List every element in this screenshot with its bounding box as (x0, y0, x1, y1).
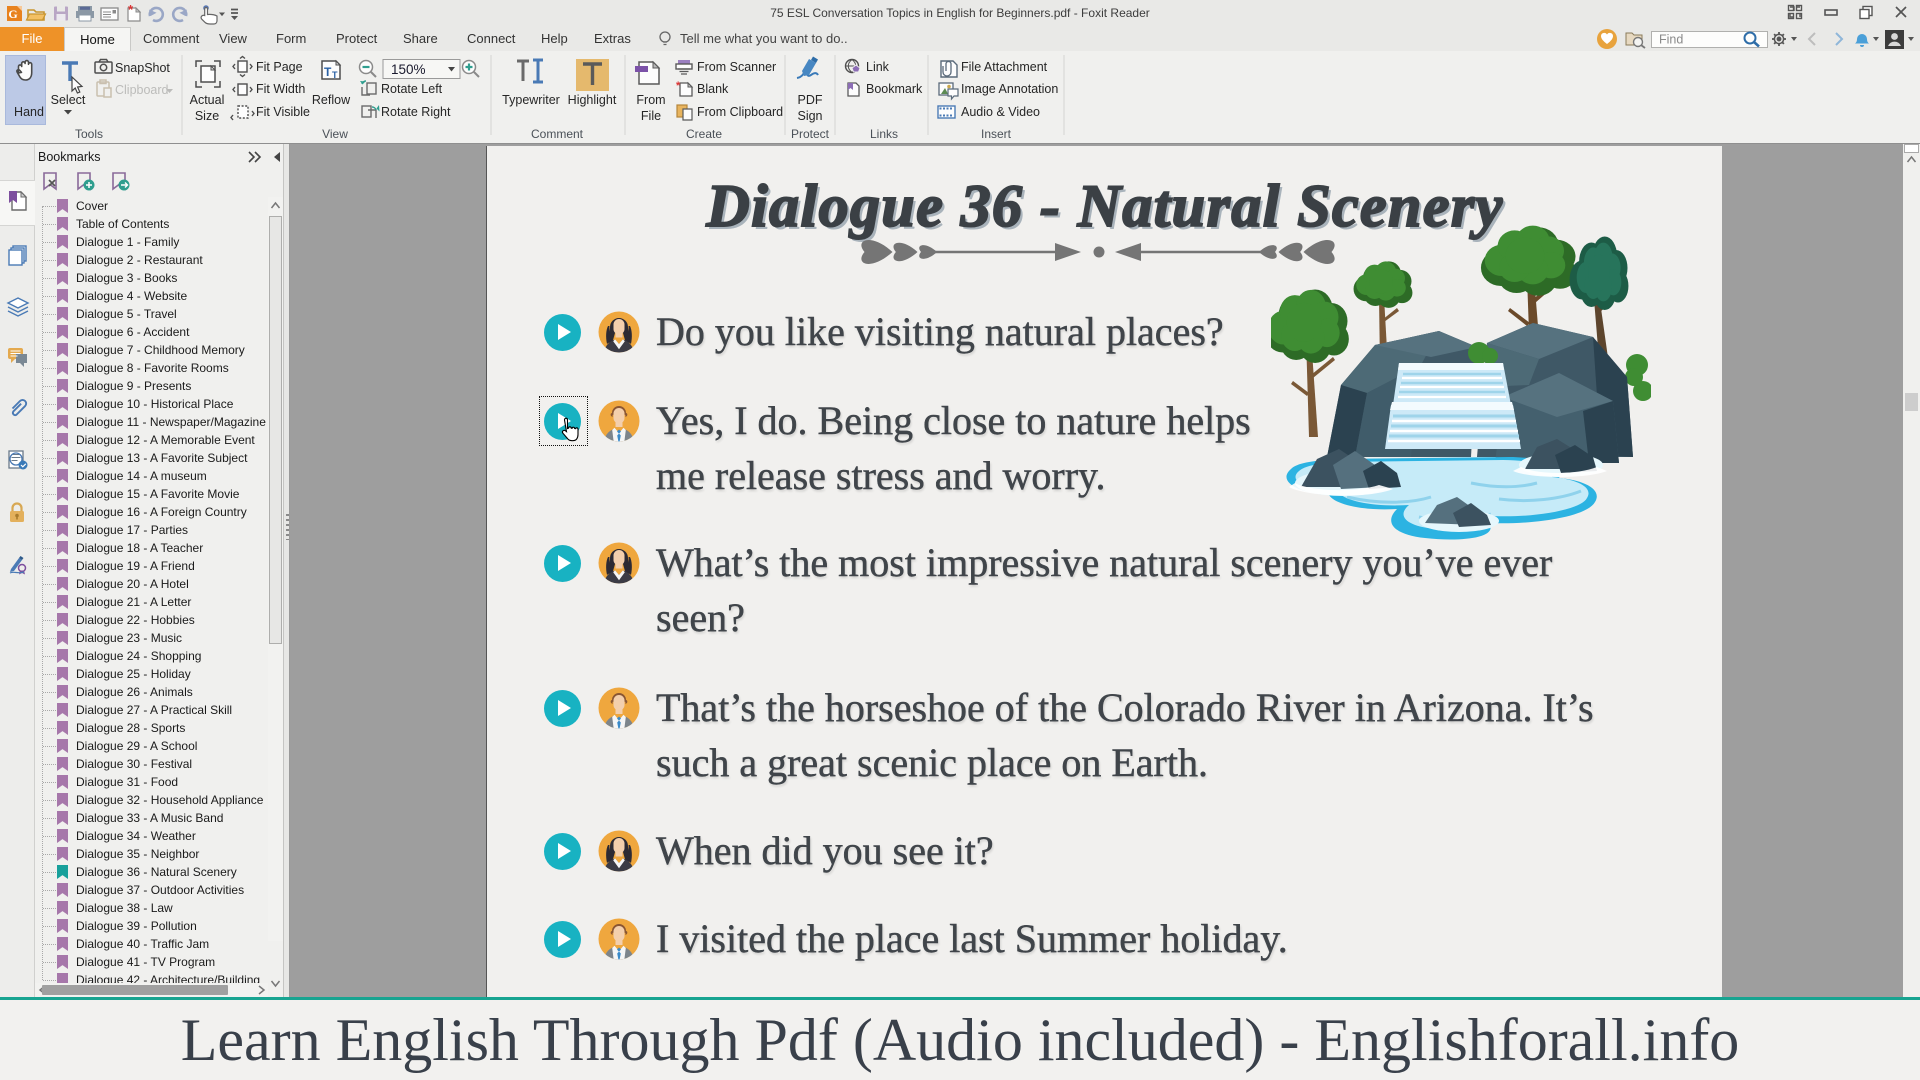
svg-text:T: T (332, 70, 338, 80)
svg-text:Image Annotation: Image Annotation (961, 82, 1058, 96)
svg-text:T: T (324, 65, 332, 79)
svg-text:Sign: Sign (797, 109, 822, 123)
svg-text:From: From (636, 93, 665, 107)
svg-text:Bookmark: Bookmark (866, 82, 923, 96)
svg-text:Hand: Hand (14, 105, 44, 119)
svg-text:Rotate Left: Rotate Left (381, 82, 443, 96)
svg-text:Blank: Blank (697, 82, 729, 96)
svg-text:150%: 150% (391, 62, 426, 77)
svg-text:From Scanner: From Scanner (697, 60, 776, 74)
svg-text:Typewriter: Typewriter (502, 93, 560, 107)
svg-text:Audio & Video: Audio & Video (961, 105, 1040, 119)
svg-text:Select: Select (51, 93, 86, 107)
svg-text:Link: Link (866, 60, 890, 74)
svg-text:File: File (641, 109, 661, 123)
svg-text:Fit Width: Fit Width (256, 82, 305, 96)
svg-text:Find: Find (1659, 33, 1683, 47)
svg-text:Actual: Actual (190, 93, 225, 107)
svg-text:SnapShot: SnapShot (115, 61, 170, 75)
svg-text:Highlight: Highlight (568, 93, 617, 107)
svg-text:Clipboard: Clipboard (115, 83, 169, 97)
svg-text:From Clipboard: From Clipboard (697, 105, 783, 119)
svg-text:PDF: PDF (798, 93, 823, 107)
svg-text:Reflow: Reflow (312, 93, 351, 107)
svg-text:*: * (676, 80, 681, 92)
svg-text:G: G (8, 7, 17, 21)
svg-text:File Attachment: File Attachment (961, 60, 1048, 74)
svg-text:Size: Size (195, 109, 219, 123)
svg-text:Fit Visible: Fit Visible (256, 105, 310, 119)
svg-text:Rotate Right: Rotate Right (381, 105, 451, 119)
svg-text:Fit Page: Fit Page (256, 60, 303, 74)
